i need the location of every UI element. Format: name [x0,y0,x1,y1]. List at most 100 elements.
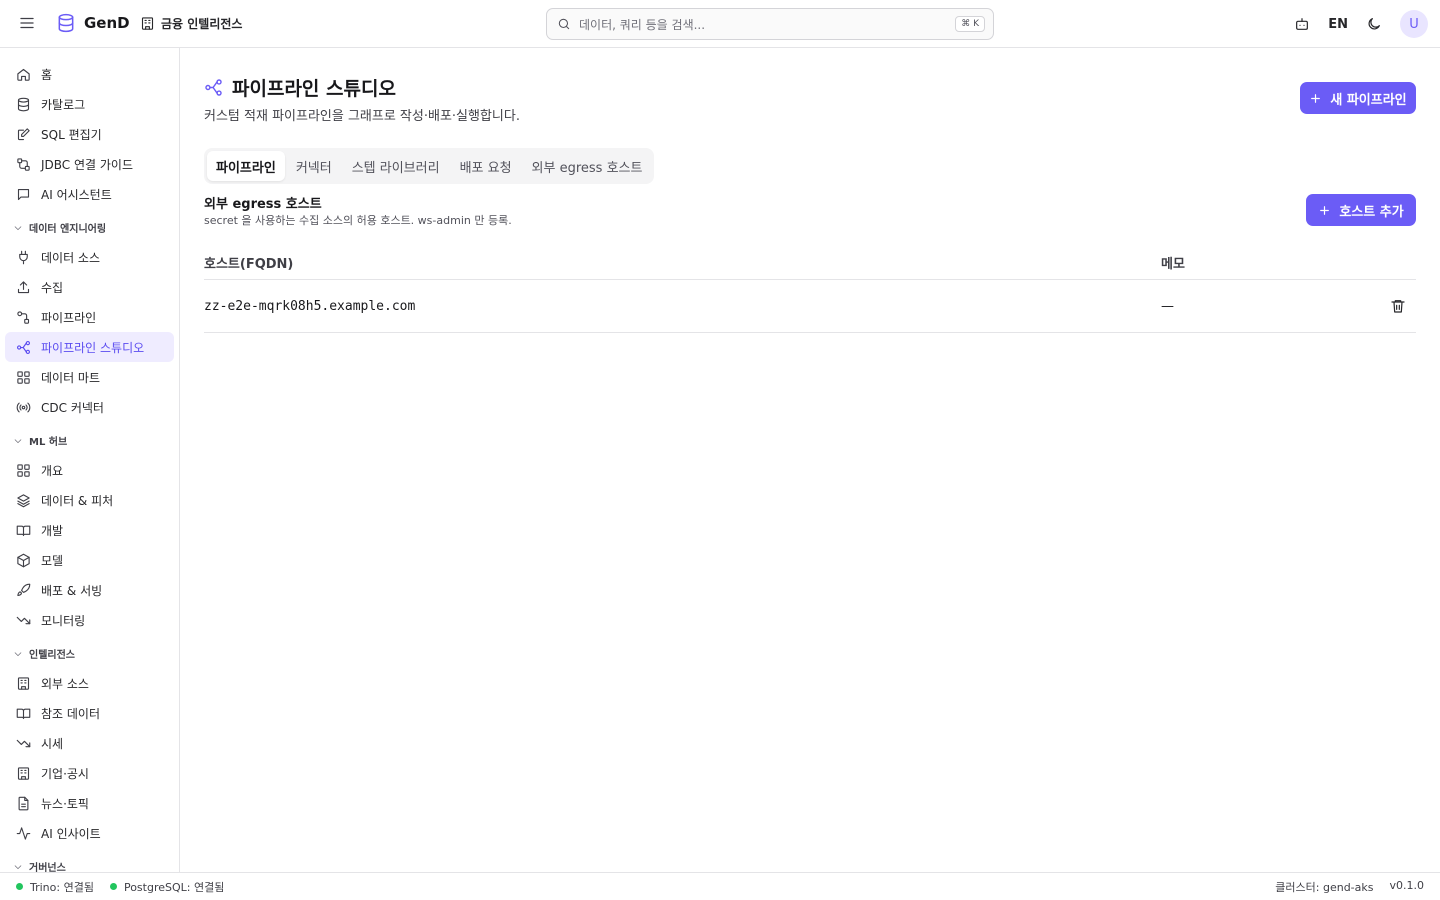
sidebar-item-data-mart[interactable]: 데이터 마트 [5,362,174,392]
building-icon [16,766,31,781]
search-shortcut: ⌘ K [955,16,985,32]
sidebar-item-label: 홈 [41,67,53,82]
sidebar-item-label: 데이터 마트 [41,370,101,385]
page-title: 파이프라인 스튜디오 [232,78,396,100]
section-ml-hub[interactable]: ML 허브 [0,430,179,451]
status-dot [109,883,117,890]
database-logo-icon [56,13,76,33]
app-name: GenD [84,14,130,32]
sidebar-item-monitoring[interactable]: 모니터링 [5,605,174,635]
sidebar-item-model[interactable]: 모델 [5,545,174,575]
tab-egress-hosts[interactable]: 외부 egress 호스트 [523,151,652,181]
sidebar-item-label: CDC 커넥터 [41,400,104,415]
egress-section-title: 외부 egress 호스트 [204,197,322,212]
sidebar-item-development[interactable]: 개발 [5,515,174,545]
edit-icon [16,127,31,142]
sidebar-item-label: 뉴스·토픽 [41,796,89,811]
sidebar-item-pipeline[interactable]: 파이프라인 [5,302,174,332]
tab-connector[interactable]: 커넥터 [287,151,341,181]
sidebar-item-home[interactable]: 홈 [5,59,174,89]
sidebar-item-ingest[interactable]: 수집 [5,272,174,302]
section-title: 인텔리전스 [29,650,75,661]
bot-icon[interactable] [1294,16,1310,32]
chevron-down-icon [13,649,23,659]
sidebar-item-news-topics[interactable]: 뉴스·토픽 [5,788,174,818]
sidebar-item-label: AI 인사이트 [41,826,101,841]
brand[interactable]: GenD [56,13,130,33]
trino-status: Trino: 연결됨 [16,879,94,895]
trend-down-icon [16,613,31,628]
menu-icon[interactable] [18,14,38,34]
plus-icon [1309,92,1322,105]
tab-deploy-requests[interactable]: 배포 요청 [451,151,521,181]
new-pipeline-label: 새 파이프라인 [1330,92,1407,108]
moon-icon[interactable] [1366,16,1382,32]
book-icon [16,523,31,538]
sidebar-item-label: 데이터 & 피처 [41,493,114,508]
sidebar-item-label: 개요 [41,463,64,478]
section-data-engineering[interactable]: 데이터 엔지니어링 [0,217,179,238]
section-title: ML 허브 [29,437,68,448]
delete-host-button[interactable] [1376,298,1416,314]
search-placeholder: 데이터, 쿼리 등을 검색... [579,17,706,32]
add-host-button[interactable]: 호스트 추가 [1306,194,1416,226]
database-icon [16,97,31,112]
sidebar-item-label: 배포 & 서빙 [41,583,103,598]
tab-pipeline[interactable]: 파이프라인 [207,151,285,181]
sidebar-item-jdbc-guide[interactable]: JDBC 연결 가이드 [5,149,174,179]
sidebar-item-ai-insight[interactable]: AI 인사이트 [5,818,174,848]
connection-icon [16,157,31,172]
sidebar-item-deploy-serving[interactable]: 배포 & 서빙 [5,575,174,605]
sidebar-item-data-features[interactable]: 데이터 & 피처 [5,485,174,515]
sidebar-item-data-sources[interactable]: 데이터 소스 [5,242,174,272]
postgres-status: PostgreSQL: 연결됨 [109,879,225,895]
sidebar-item-label: 모니터링 [41,613,86,628]
column-header-host: 호스트(FQDN) [204,257,294,272]
new-pipeline-button[interactable]: 새 파이프라인 [1300,82,1416,114]
sidebar-item-cdc-connector[interactable]: CDC 커넥터 [5,392,174,422]
postgres-status-label: PostgreSQL: 연결됨 [123,880,225,894]
sidebar-item-ai-assistant[interactable]: AI 어시스턴트 [5,179,174,209]
memo-cell: — [1161,298,1174,314]
building-icon [140,16,155,31]
sidebar-item-label: 외부 소스 [41,676,89,691]
tab-step-library[interactable]: 스텝 라이브러리 [343,151,449,181]
sidebar-item-label: JDBC 연결 가이드 [41,157,134,172]
plus-icon [1318,204,1331,217]
grid-icon [16,463,31,478]
sidebar-item-sql-editor[interactable]: SQL 편집기 [5,119,174,149]
main-content: 파이프라인 스튜디오 커스텀 적재 파이프라인을 그래프로 작성·배포·실행합니… [180,48,1440,872]
section-governance[interactable]: 거버넌스 [0,856,179,872]
search-icon [557,17,571,31]
sidebar-item-reference-data[interactable]: 참조 데이터 [5,698,174,728]
avatar[interactable]: U [1400,10,1428,38]
section-title: 거버넌스 [29,863,66,872]
sidebar-item-catalog[interactable]: 카탈로그 [5,89,174,119]
plug-icon [16,250,31,265]
trino-status-label: Trino: 연결됨 [30,880,94,894]
search-input[interactable]: 데이터, 쿼리 등을 검색... ⌘ K [546,8,994,40]
pipeline-icon [16,310,31,325]
sidebar-item-quotes[interactable]: 시세 [5,728,174,758]
sidebar-item-pipeline-studio[interactable]: 파이프라인 스튜디오 [5,332,174,362]
status-bar: Trino: 연결됨 PostgreSQL: 연결됨 클러스터: gend-ak… [0,872,1440,900]
sidebar-item-overview[interactable]: 개요 [5,455,174,485]
sidebar-item-label: SQL 편집기 [41,127,102,142]
language-toggle[interactable]: EN [1328,17,1348,32]
workflow-icon [16,340,31,355]
table-row: zz-e2e-mqrk08h5.example.com — [204,280,1416,333]
book-icon [16,706,31,721]
sidebar-item-external-sources[interactable]: 외부 소스 [5,668,174,698]
page-header: 파이프라인 스튜디오 [204,74,396,101]
trash-icon [1390,298,1406,314]
home-icon [16,67,31,82]
column-header-memo: 메모 [1161,257,1185,272]
sidebar-item-corporate-disclosure[interactable]: 기업·공시 [5,758,174,788]
chevron-down-icon [13,223,23,233]
section-intelligence[interactable]: 인텔리전스 [0,643,179,664]
chevron-down-icon [13,436,23,446]
box-icon [16,553,31,568]
top-bar: GenD 금융 인텔리전스 데이터, 쿼리 등을 검색... ⌘ K EN U [0,0,1440,48]
org-switcher[interactable]: 금융 인텔리전스 [140,15,242,32]
add-host-label: 호스트 추가 [1339,204,1404,220]
